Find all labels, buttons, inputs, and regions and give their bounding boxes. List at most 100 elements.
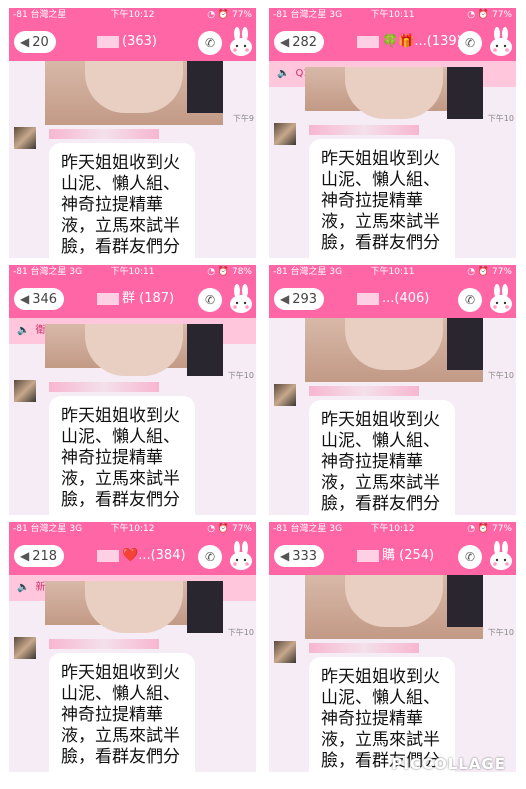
unread-count: 333 bbox=[292, 549, 318, 564]
photo-subject bbox=[85, 581, 183, 633]
avatar[interactable] bbox=[274, 641, 296, 663]
blurred-photo[interactable] bbox=[45, 581, 223, 633]
status-bar: -81 台灣之星 3G 下午10:11 ◔ ⏰ 77% bbox=[269, 265, 516, 280]
message-bubble[interactable]: 昨天姐姐收到火山泥、懶人組、神奇拉提精華液，立馬來試半臉，看群友們分 bbox=[309, 139, 455, 258]
avatar[interactable] bbox=[14, 127, 36, 149]
blurred-name bbox=[357, 549, 379, 562]
bunny-sticker-icon bbox=[490, 541, 512, 570]
chat-header: ◀218 ❤️...(384) ✆ ●●● bbox=[9, 537, 256, 586]
avatar[interactable] bbox=[274, 123, 296, 145]
phone-icon[interactable]: ✆ bbox=[198, 545, 222, 569]
blurred-photo[interactable] bbox=[305, 318, 483, 382]
blurred-photo[interactable] bbox=[45, 61, 223, 125]
group-member-count: ...(406) bbox=[382, 291, 430, 306]
photo-subject bbox=[345, 575, 443, 627]
bunny-sticker-icon bbox=[230, 284, 252, 313]
status-bar: -81 台灣之星 3G 下午10:12 ◔ ⏰ 77% bbox=[269, 522, 516, 537]
back-button[interactable]: ◀ 333 bbox=[274, 545, 325, 567]
group-member-count: 購 (254) bbox=[382, 548, 435, 563]
battery-label: ◔ ⏰ 77% bbox=[467, 524, 512, 534]
battery-label: ◔ ⏰ 77% bbox=[207, 524, 252, 534]
photo-background bbox=[447, 67, 483, 119]
unread-count: 282 bbox=[292, 35, 318, 50]
back-arrow-icon: ◀ bbox=[280, 549, 290, 563]
unread-count: 293 bbox=[292, 292, 318, 307]
phone-icon[interactable]: ✆ bbox=[458, 545, 482, 569]
chat-screenshot: -81 台灣之星 3G 下午10:12 ◔ ⏰ 77% ◀ 333 購 (254)… bbox=[269, 522, 516, 772]
bunny-sticker-icon bbox=[490, 27, 512, 56]
back-arrow-icon: ◀ bbox=[20, 549, 30, 563]
chat-title: 購 (254) bbox=[357, 547, 434, 565]
status-bar: -81 台灣之星 下午10:12 ◔ ⏰ 77% bbox=[9, 8, 256, 23]
chat-title: ...(406) bbox=[357, 290, 429, 308]
photo-background bbox=[187, 324, 223, 376]
blurred-photo[interactable] bbox=[305, 575, 483, 639]
back-button[interactable]: ◀ 293 bbox=[274, 288, 325, 310]
sender-name-blurred bbox=[49, 382, 159, 392]
back-button[interactable]: ◀ 346 bbox=[14, 288, 65, 310]
chat-screenshot: -81 台灣之星 3G 下午10:12 ◔ ⏰ 77% ◀ 218 ❤️...(3… bbox=[9, 522, 256, 772]
blurred-photo[interactable] bbox=[305, 67, 483, 119]
message-bubble[interactable]: 昨天姐姐收到火山泥、懶人組、神奇拉提精華液，立馬來試半臉，看群友們分 bbox=[309, 400, 455, 515]
group-member-count: 群 (187) bbox=[122, 291, 175, 306]
sender-name-blurred bbox=[309, 386, 419, 396]
message-bubble[interactable]: 昨天姐姐收到火山泥、懶人組、神奇拉提精華液，立馬來試半臉，看群友們分 bbox=[49, 143, 195, 258]
blurred-name bbox=[97, 292, 119, 305]
phone-icon[interactable]: ✆ bbox=[198, 288, 222, 312]
photo-subject bbox=[345, 318, 443, 370]
blurred-name bbox=[97, 35, 119, 48]
status-bar: -81 台灣之星 3G 下午10:11 ◔ ⏰ 77% bbox=[269, 8, 516, 23]
phone-icon[interactable]: ✆ bbox=[198, 31, 222, 55]
group-member-count: ...(139) bbox=[414, 34, 462, 49]
chat-screenshot: -81 台灣之星 3G 下午10:11 ◔ ⏰ 77% ◀ 282 🍀🎁...(1… bbox=[269, 8, 516, 258]
battery-label: ◔ ⏰ 78% bbox=[207, 267, 252, 277]
unread-count: 218 bbox=[32, 549, 58, 564]
title-emoji: 🍀🎁 bbox=[382, 34, 415, 49]
message-bubble[interactable]: 昨天姐姐收到火山泥、懶人組、神奇拉提精華液，立馬來試半臉，看群友們分 bbox=[49, 653, 195, 772]
blurred-name bbox=[97, 549, 119, 562]
phone-icon[interactable]: ✆ bbox=[458, 288, 482, 312]
photo-background bbox=[447, 575, 483, 627]
avatar[interactable] bbox=[14, 637, 36, 659]
title-emoji: ❤️ bbox=[122, 548, 139, 563]
photo-subject bbox=[345, 67, 443, 119]
photo-background bbox=[447, 318, 483, 370]
chat-header: ◀346 群 (187) ✆ ●●● bbox=[9, 280, 256, 329]
back-arrow-icon: ◀ bbox=[280, 35, 290, 49]
chat-screenshot: -81 台灣之星 3G 下午10:11 ◔ ⏰ 78% ◀ 346 群 (187)… bbox=[9, 265, 256, 515]
back-button[interactable]: ◀ 20 bbox=[14, 31, 56, 53]
sender-name-blurred bbox=[49, 129, 159, 139]
battery-label: ◔ ⏰ 77% bbox=[467, 267, 512, 277]
megaphone-icon: 🔈 bbox=[277, 68, 290, 79]
status-bar: -81 台灣之星 3G 下午10:12 ◔ ⏰ 77% bbox=[9, 522, 256, 537]
chat-title: ❤️...(384) bbox=[97, 547, 186, 565]
megaphone-icon: 🔈 bbox=[17, 582, 30, 593]
message-time: 下午9 bbox=[232, 114, 254, 123]
photo-background bbox=[187, 61, 223, 113]
back-button[interactable]: ◀ 218 bbox=[14, 545, 65, 567]
chat-screenshot: -81 台灣之星 3G 下午10:11 ◔ ⏰ 77% ◀ 293 ...(406… bbox=[269, 265, 516, 515]
photo-subject bbox=[85, 324, 183, 376]
avatar[interactable] bbox=[14, 380, 36, 402]
avatar[interactable] bbox=[274, 384, 296, 406]
message-bubble[interactable]: 昨天姐姐收到火山泥、懶人組、神奇拉提精華液，立馬來試半臉，看群友們分 bbox=[49, 396, 195, 515]
message-time: 下午10 bbox=[487, 371, 514, 380]
photo-subject bbox=[85, 61, 183, 113]
back-button[interactable]: ◀ 282 bbox=[274, 31, 325, 53]
chat-title: 群 (187) bbox=[97, 290, 174, 308]
bunny-sticker-icon bbox=[490, 284, 512, 313]
chat-header: ◀293 ...(406) ✆ ●●● bbox=[269, 280, 516, 329]
group-member-count: ...(384) bbox=[138, 548, 186, 563]
blurred-name bbox=[357, 35, 379, 48]
blurred-name bbox=[357, 292, 379, 305]
back-arrow-icon: ◀ bbox=[20, 35, 30, 49]
message-time: 下午10 bbox=[227, 371, 254, 380]
chat-title: (363) bbox=[97, 33, 157, 51]
back-arrow-icon: ◀ bbox=[280, 292, 290, 306]
blurred-photo[interactable] bbox=[45, 324, 223, 376]
chat-header: ◀20 (363) ✆ ●●● bbox=[9, 23, 256, 72]
sender-name-blurred bbox=[309, 125, 419, 135]
phone-icon[interactable]: ✆ bbox=[458, 31, 482, 55]
unread-count: 346 bbox=[32, 292, 58, 307]
battery-label: ◔ ⏰ 77% bbox=[467, 10, 512, 20]
